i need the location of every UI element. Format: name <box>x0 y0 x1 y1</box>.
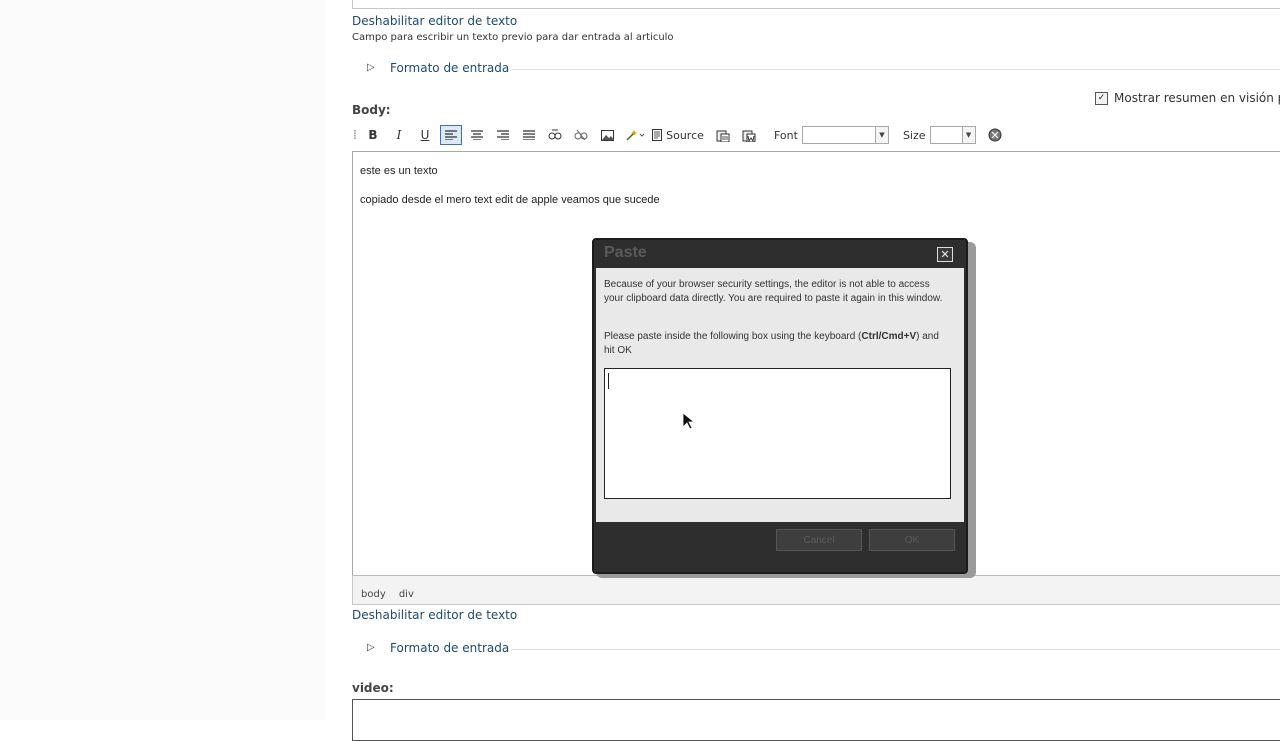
link-button[interactable] <box>544 125 566 145</box>
magic-wand-icon <box>626 130 645 141</box>
align-right-button[interactable] <box>492 125 514 145</box>
justify-button[interactable] <box>518 125 540 145</box>
paste-textarea[interactable] <box>604 368 951 499</box>
dialog-title[interactable]: Paste <box>604 244 647 262</box>
underline-button[interactable]: U <box>414 125 436 145</box>
font-combo[interactable]: ▼ <box>801 126 889 144</box>
size-combo[interactable]: ▼ <box>929 126 976 144</box>
body-label: Body: <box>352 103 391 117</box>
align-left-button[interactable] <box>440 125 462 145</box>
chevron-down-icon: ▼ <box>961 127 975 143</box>
paste-word-icon <box>742 130 756 142</box>
summary-checkbox[interactable]: ✓ <box>1095 92 1108 105</box>
path-element-body[interactable]: body <box>361 589 386 600</box>
ok-button[interactable]: OK <box>869 529 955 551</box>
link-icon <box>548 129 562 140</box>
align-center-icon <box>471 130 483 140</box>
previous-field-box[interactable] <box>352 0 1280 9</box>
paste-from-word-button[interactable] <box>738 125 760 145</box>
collapse-triangle-icon[interactable]: ▷ <box>367 642 375 653</box>
video-label: video: <box>352 681 394 695</box>
instruction-keys: Ctrl/Cmd+V <box>861 331 917 342</box>
path-element-div[interactable]: div <box>399 589 414 600</box>
dialog-instruction: Please paste inside the following box us… <box>604 330 949 358</box>
font-combo-value <box>803 127 875 143</box>
close-icon[interactable]: ✕ <box>937 247 953 262</box>
source-label: Source <box>666 128 704 142</box>
font-label: Font <box>774 128 798 142</box>
field-description: Campo para escribir un texto previo para… <box>352 32 674 43</box>
mouse-pointer-icon <box>682 412 694 430</box>
source-document-icon <box>652 129 663 141</box>
chevron-down-icon: ▼ <box>874 127 888 143</box>
dialog-intro-text: Because of your browser security setting… <box>604 279 943 304</box>
editor-paragraph: este es un texto <box>360 165 438 177</box>
about-icon <box>988 128 1002 142</box>
bold-button[interactable]: B <box>362 125 384 145</box>
source-button[interactable]: Source <box>652 125 708 145</box>
align-left-icon <box>445 130 457 140</box>
about-button[interactable] <box>984 125 1006 145</box>
video-field-box[interactable] <box>352 699 1280 741</box>
editor-paragraph: copiado desde el mero text edit de apple… <box>360 194 660 206</box>
italic-button[interactable]: I <box>388 125 410 145</box>
justify-icon <box>523 130 535 140</box>
cancel-button[interactable]: Cancel <box>776 529 862 551</box>
styles-dropdown-button[interactable] <box>622 125 648 145</box>
image-icon <box>600 129 614 141</box>
align-center-button[interactable] <box>466 125 488 145</box>
editor-toolbar: ⁞ B I U Source Font ▼ Size ▼ <box>352 122 1280 148</box>
size-label: Size <box>902 128 926 142</box>
instruction-prefix: Please paste inside the following box us… <box>604 331 862 342</box>
size-combo-value <box>931 127 962 143</box>
paste-text-button[interactable] <box>712 125 734 145</box>
summary-checkbox-label: Mostrar resumen en visión p <box>1114 91 1280 105</box>
align-right-icon <box>497 130 509 140</box>
unlink-button[interactable] <box>570 125 592 145</box>
editor-path-bar: body div <box>352 575 1280 605</box>
toolbar-grip-icon[interactable]: ⁞ <box>352 125 358 145</box>
left-gutter <box>0 0 325 720</box>
image-button[interactable] <box>596 125 618 145</box>
disable-editor-link-body[interactable]: Deshabilitar editor de texto <box>352 608 517 622</box>
input-format-toggle-top[interactable]: Formato de entrada <box>390 61 509 75</box>
input-format-toggle-body[interactable]: Formato de entrada <box>390 641 509 655</box>
paste-text-icon <box>716 130 730 142</box>
disable-editor-link-top[interactable]: Deshabilitar editor de texto <box>352 14 517 28</box>
unlink-icon <box>574 129 588 141</box>
collapse-triangle-icon[interactable]: ▷ <box>367 62 375 73</box>
fieldset-divider <box>512 649 1280 650</box>
fieldset-divider <box>512 69 1280 70</box>
text-caret <box>608 373 609 389</box>
